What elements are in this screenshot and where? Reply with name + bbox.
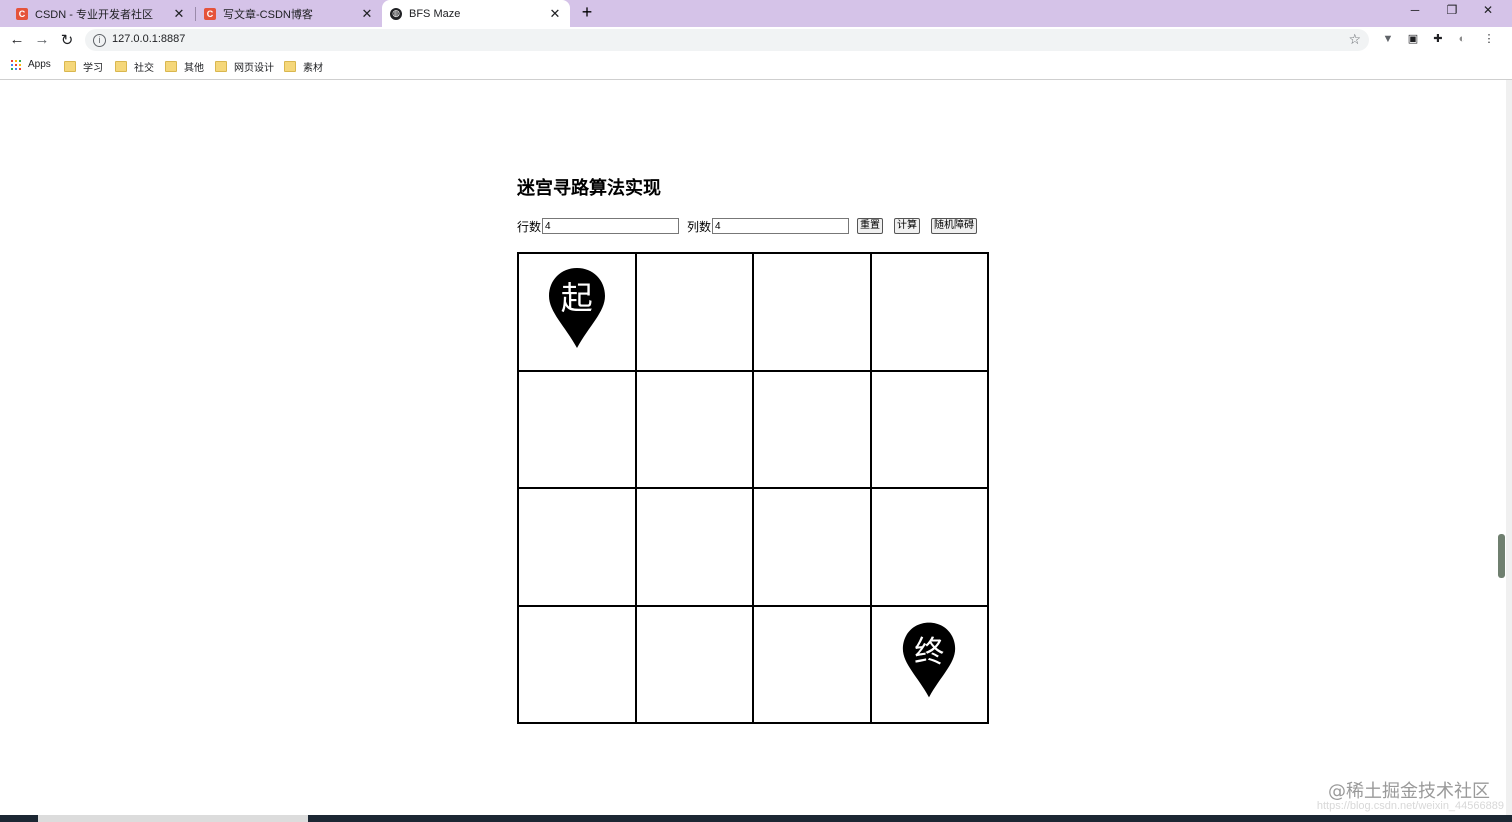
maze-cell[interactable]	[870, 253, 988, 371]
maze-cell[interactable]: 起	[518, 253, 636, 371]
tab-csdn-home[interactable]: C CSDN - 专业开发者社区 ✕	[8, 0, 194, 27]
bookmark-label: 其他	[184, 63, 204, 74]
tab-bfs-maze[interactable]: ◍ BFS Maze ✕	[382, 0, 570, 27]
maze-cell[interactable]	[635, 605, 753, 723]
bookmark-label: Apps	[28, 59, 51, 70]
scrollbar-track[interactable]	[1506, 80, 1512, 815]
bookmarks-bar: Apps 学习 社交 其他 网页设计 素材	[0, 54, 1512, 80]
bookmark-star-icon[interactable]: ☆	[1348, 31, 1361, 48]
maze-controls: 行数 列数 重置 计算 随机障碍	[517, 216, 988, 236]
maze-cell[interactable]	[518, 488, 636, 606]
new-tab-button[interactable]: +	[578, 2, 596, 23]
scrollbar-thumb[interactable]	[1498, 534, 1505, 578]
cols-label: 列数	[687, 219, 712, 234]
apps-grid-icon	[11, 59, 21, 70]
end-marker-icon: 终	[901, 620, 957, 700]
rows-label: 行数	[517, 219, 542, 234]
maze-cell[interactable]	[518, 370, 636, 488]
csdn-icon: C	[16, 7, 28, 20]
maze-cell[interactable]	[870, 488, 988, 606]
bookmark-label: 网页设计	[234, 63, 274, 74]
maze-cell[interactable]	[870, 370, 988, 488]
maze-cell[interactable]	[753, 605, 871, 723]
tab-title: 写文章-CSDN博客	[223, 8, 313, 21]
bookmark-apps[interactable]: Apps	[11, 59, 51, 70]
taskbar-window[interactable]	[38, 815, 308, 822]
cols-input[interactable]	[712, 218, 850, 234]
kebab-menu-icon[interactable]: ⋮	[1483, 33, 1495, 45]
restore-icon[interactable]: ❐	[1443, 3, 1461, 17]
bookmark-label: 社交	[134, 63, 154, 74]
maze-cell[interactable]	[753, 253, 871, 371]
compute-button[interactable]: 计算	[894, 218, 921, 234]
extension-v-icon[interactable]: ▼	[1382, 33, 1394, 45]
maze-cell[interactable]: 终	[870, 605, 988, 723]
maze-cell[interactable]	[518, 605, 636, 723]
end-label: 终	[914, 634, 945, 670]
back-arrow-icon[interactable]: ←	[8, 31, 26, 48]
bookmark-folder-social[interactable]: 社交	[115, 59, 154, 74]
bookmark-label: 学习	[83, 63, 103, 74]
reload-icon[interactable]: ↻	[58, 31, 76, 49]
tab-csdn-write[interactable]: C 写文章-CSDN博客 ✕	[196, 0, 382, 27]
maze-cell[interactable]	[635, 370, 753, 488]
maze-cell[interactable]	[635, 488, 753, 606]
puzzle-icon[interactable]: ✚	[1432, 33, 1444, 45]
random-obstacles-button[interactable]: 随机障碍	[931, 218, 978, 234]
maze-cell[interactable]	[753, 488, 871, 606]
reset-button[interactable]: 重置	[857, 218, 884, 234]
tab-title: BFS Maze	[409, 7, 461, 20]
extension-shield-icon[interactable]: ◐	[1456, 33, 1468, 45]
rows-input[interactable]	[542, 218, 680, 234]
page-title: 迷宫寻路算法实现	[517, 178, 661, 198]
tab-strip: C CSDN - 专业开发者社区 ✕ C 写文章-CSDN博客 ✕ ◍ BFS …	[0, 0, 1512, 27]
start-label: 起	[560, 279, 593, 317]
window-close-icon[interactable]: ✕	[1479, 3, 1497, 17]
close-icon[interactable]: ✕	[172, 6, 186, 22]
globe-icon: ◍	[390, 7, 402, 20]
watermark-url: https://blog.csdn.net/weixin_44566889	[1316, 800, 1504, 812]
folder-icon	[284, 61, 296, 72]
bookmark-folder-study[interactable]: 学习	[64, 59, 103, 74]
bookmark-label: 素材	[303, 63, 323, 74]
bookmark-folder-material[interactable]: 素材	[284, 59, 323, 74]
taskbar	[0, 815, 1512, 822]
tab-title: CSDN - 专业开发者社区	[35, 8, 153, 21]
bookmark-folder-other[interactable]: 其他	[165, 59, 204, 74]
browser-toolbar: ← → ↻ i 127.0.0.1:8887 ☆ ▼ ▣ ✚ ◐ ⋮	[0, 27, 1512, 54]
start-marker-icon: 起	[547, 266, 607, 350]
maze-cell[interactable]	[635, 253, 753, 371]
maze-cell[interactable]	[753, 370, 871, 488]
address-text[interactable]: 127.0.0.1:8887	[112, 33, 185, 45]
close-icon[interactable]: ✕	[548, 6, 562, 22]
folder-icon	[165, 61, 177, 72]
folder-icon	[215, 61, 227, 72]
close-icon[interactable]: ✕	[360, 6, 374, 22]
bookmark-folder-webdesign[interactable]: 网页设计	[215, 59, 274, 74]
info-icon[interactable]: i	[93, 34, 106, 47]
folder-icon	[64, 61, 76, 72]
folder-icon	[115, 61, 127, 72]
address-bar[interactable]: i 127.0.0.1:8887 ☆	[85, 29, 1369, 51]
csdn-icon: C	[204, 7, 216, 20]
extension-box-icon[interactable]: ▣	[1407, 33, 1419, 45]
minimize-icon[interactable]: ─	[1406, 3, 1424, 17]
maze-grid: 起终	[517, 252, 989, 724]
forward-arrow-icon[interactable]: →	[33, 31, 51, 48]
